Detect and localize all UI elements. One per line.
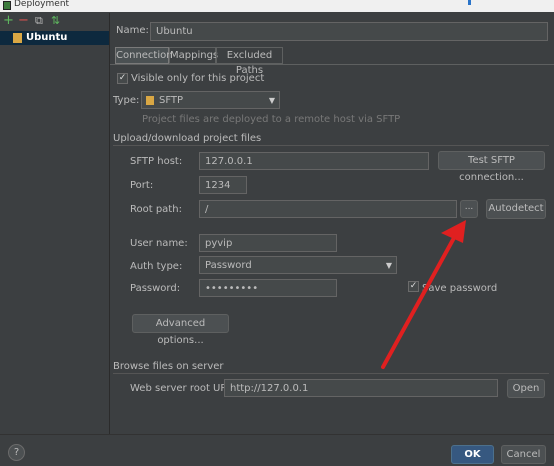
annotation-arrow xyxy=(381,220,466,369)
annotation-arrow-shaft xyxy=(381,234,457,369)
